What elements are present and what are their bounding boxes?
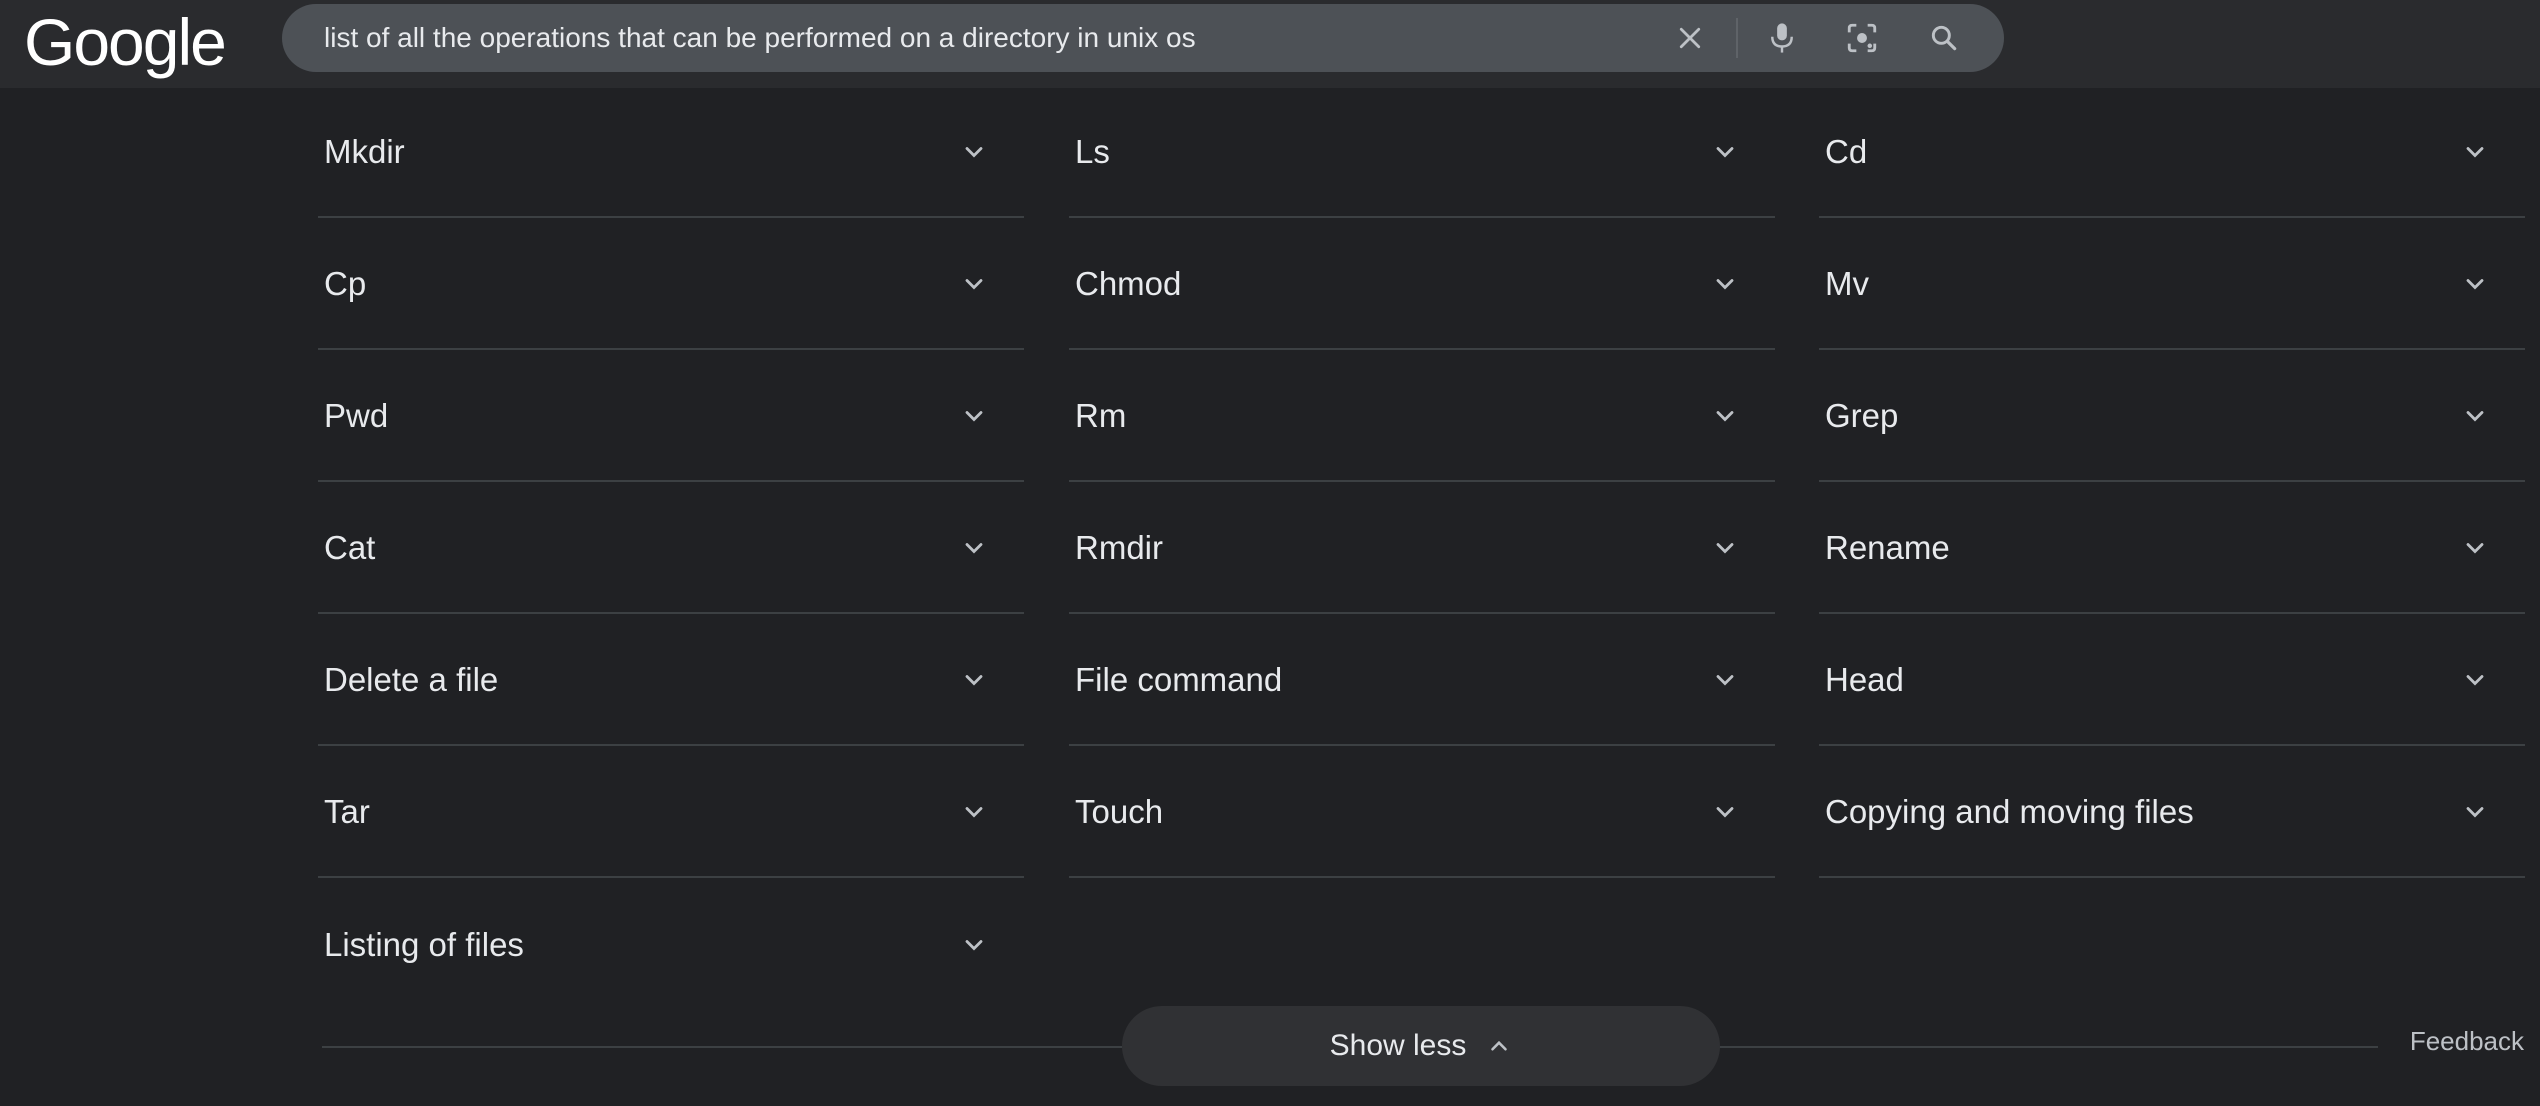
chevron-down-icon [2466,807,2484,818]
collapsible-item[interactable]: Rm [1069,352,1775,482]
item-label: File command [1075,661,1283,698]
item-label: Grep [1825,397,1899,434]
lens-icon[interactable] [1842,18,1882,58]
item-label: Pwd [324,397,389,434]
google-logo[interactable]: Google [24,4,227,80]
item-label: Chmod [1075,265,1182,302]
collapsible-item[interactable]: Rename [1819,484,2525,614]
chevron-down-icon [2466,279,2484,290]
chevron-down-icon [1716,147,1734,158]
chevron-down-icon [2466,411,2484,422]
search-bar-divider [1736,18,1738,58]
collapsible-item[interactable]: Touch [1069,748,1775,878]
item-label: Listing of files [324,926,524,963]
chevron-down-icon [2466,543,2484,554]
collapsible-item[interactable]: Rmdir [1069,484,1775,614]
item-label: Head [1825,661,1904,698]
microphone-icon[interactable] [1762,18,1802,58]
item-label: Rmdir [1075,529,1163,566]
item-label: Copying and moving files [1825,793,2194,830]
collapsible-item[interactable]: Ls [1069,88,1775,218]
item-label: Mv [1825,265,1869,302]
chevron-down-icon [1716,675,1734,686]
chevron-down-icon [1716,543,1734,554]
collapsible-item[interactable]: Pwd [318,352,1024,482]
search-icon[interactable] [1924,18,1964,58]
search-input[interactable]: list of all the operations that can be p… [324,4,1196,72]
collapsible-item[interactable]: Listing of files [318,880,1024,1010]
item-label: Delete a file [324,661,499,698]
collapsible-item[interactable]: Mv [1819,220,2525,350]
collapsible-item[interactable]: Grep [1819,352,2525,482]
collapsible-item[interactable]: Copying and moving files [1819,748,2525,878]
item-label: Mkdir [324,133,405,170]
collapsible-item[interactable]: Cat [318,484,1024,614]
collapsible-item[interactable]: Cp [318,220,1024,350]
collapsible-item[interactable]: Delete a file [318,616,1024,746]
feedback-link[interactable]: Feedback [2410,1026,2524,1057]
search-bar[interactable]: list of all the operations that can be p… [282,4,2004,72]
chevron-down-icon [1716,411,1734,422]
chevron-down-icon [965,147,983,158]
close-icon[interactable] [1670,18,1710,58]
chevron-down-icon [965,940,983,951]
collapsible-item[interactable]: File command [1069,616,1775,746]
collapsible-item[interactable]: Head [1819,616,2525,746]
chevron-down-icon [965,279,983,290]
search-results-page: Google list of all the operations that c… [0,0,2540,1106]
chevron-down-icon [965,807,983,818]
divider [1718,1046,2378,1048]
item-label: Cp [324,265,367,302]
header: Google list of all the operations that c… [0,0,2540,88]
collapsible-item[interactable]: Cd [1819,88,2525,218]
divider [322,1046,1122,1048]
show-less-button[interactable]: Show less [1122,1006,1720,1086]
collapsible-item[interactable]: Chmod [1069,220,1775,350]
chevron-down-icon [2466,675,2484,686]
chevron-up-icon [1491,1040,1508,1051]
collapsible-item[interactable]: Mkdir [318,88,1024,218]
chevron-down-icon [1716,279,1734,290]
item-label: Ls [1075,133,1110,170]
chevron-down-icon [965,675,983,686]
item-label: Touch [1075,793,1164,830]
show-less-label: Show less [1329,1029,1467,1062]
item-label: Tar [324,793,370,830]
chevron-down-icon [965,411,983,422]
chevron-down-icon [2466,147,2484,158]
chevron-down-icon [1716,807,1734,818]
item-label: Rename [1825,529,1950,566]
item-label: Cat [324,529,376,566]
item-label: Cd [1825,133,1868,170]
item-label: Rm [1075,397,1127,434]
collapsible-item[interactable]: Tar [318,748,1024,878]
chevron-down-icon [965,543,983,554]
